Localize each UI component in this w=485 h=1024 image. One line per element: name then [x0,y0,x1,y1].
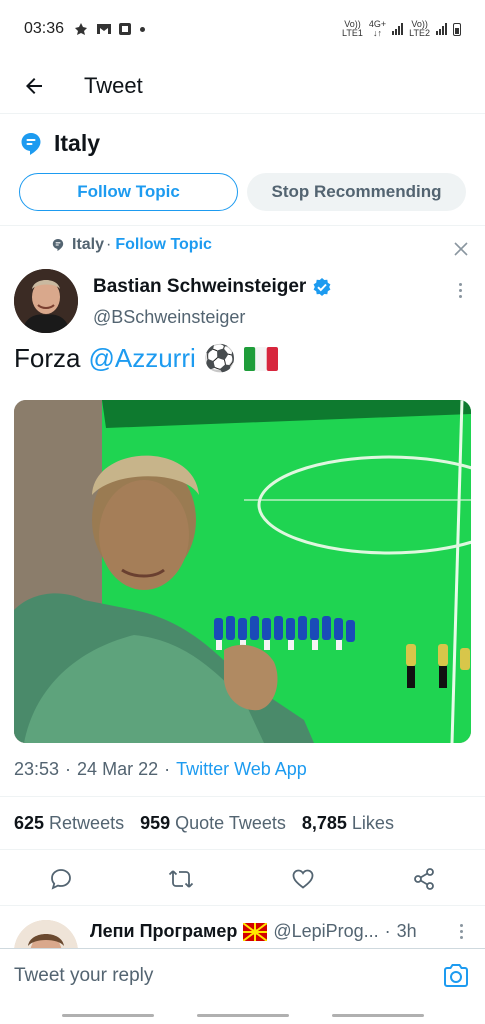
nav-recents[interactable] [62,1014,154,1017]
reply-button[interactable] [48,866,74,892]
reply-more-button[interactable] [458,924,464,940]
camera-icon [444,964,468,987]
more-dot [459,936,463,939]
macedonia-flag-icon [243,922,268,941]
verified-badge-icon [313,278,331,296]
context-follow-topic-link[interactable]: Follow Topic [115,236,212,254]
context-separator: · [106,236,112,253]
status-bar: 03:36 Vo)) LTE1 4G+ ↓↑ Vo)) LTE2 [0,0,485,58]
tweet-time: 23:53 [14,759,60,779]
signal-icon [392,23,404,35]
tweet-actions [0,850,485,906]
likes-count: 8,785 [301,812,347,833]
tweet-source-link[interactable]: Twitter Web App [176,759,307,780]
reply-compose-bar [0,948,485,1002]
tweet-context: Italy · Follow Topic [52,236,212,254]
more-dot [459,924,463,927]
status-right: Vo)) LTE1 4G+ ↓↑ Vo)) LTE2 [342,20,461,38]
status-time: 03:36 [24,20,65,37]
notification-icons [74,22,146,36]
more-dot [458,288,462,292]
topic-icon [21,132,41,155]
media-icon [118,22,132,36]
topic-icon [52,239,64,251]
battery-icon [453,22,461,36]
soccer-ball-emoji: ⚽ [203,343,237,374]
gmail-icon [96,22,112,36]
follow-topic-button[interactable]: Follow Topic [19,173,238,211]
reply-tweet[interactable]: Лепи Програмер @LepiProg... · 3h [0,906,485,948]
share-icon [414,868,434,890]
topic-header: Italy Follow Topic Stop Recommending [0,114,485,226]
sim1-volte-bottom: LTE1 [342,28,363,38]
meta-separator: · [164,759,171,779]
retweets-stat[interactable]: 625 Retweets [14,813,124,834]
more-notifications-dot [140,26,146,32]
more-dot [458,294,462,298]
mention-link[interactable]: @Azzurri [88,343,195,374]
app-notification-icon [74,22,88,36]
reply-avatar[interactable] [14,920,78,948]
tweet-date: 24 Mar 22 [77,759,159,779]
author-avatar[interactable] [14,269,78,333]
sim1-volte: Vo)) LTE1 [342,20,363,38]
reply-separator: · [384,921,391,941]
camera-button[interactable] [442,963,470,989]
like-button[interactable] [290,866,316,892]
back-button[interactable] [0,58,68,114]
italy-flag-icon [244,346,279,371]
close-icon [454,242,468,256]
signal-2-icon [436,23,447,35]
status-left: 03:36 [24,20,146,38]
quote-tweets-stat[interactable]: 959 Quote Tweets [140,813,286,834]
context-topic-name[interactable]: Italy [72,236,104,254]
data-arrows-icon: ↓↑ [373,28,383,38]
tweet-text: Forza @Azzurri ⚽ [14,343,279,374]
heart-icon [292,869,314,889]
reply-author-name[interactable]: Лепи Програмер [90,921,237,942]
arrow-left-icon [26,77,42,94]
top-app-bar: Tweet [0,58,485,114]
author-name[interactable]: Bastian Schweinsteiger [93,276,306,298]
author-name-row[interactable]: Bastian Schweinsteiger [93,276,332,298]
system-nav-bar [0,1002,485,1024]
topic-title-row: Italy [20,130,100,157]
reply-icon [51,869,71,890]
retweets-label: Retweets [49,812,125,833]
tweet-more-button[interactable] [452,280,468,300]
topic-name: Italy [54,130,101,156]
likes-stat[interactable]: 8,785 Likes [302,813,394,834]
sim2-volte-bottom: LTE2 [409,28,430,38]
more-dot [459,930,463,933]
network-type: 4G+ ↓↑ [369,20,386,38]
nav-back[interactable] [332,1014,424,1017]
quote-tweets-count: 959 [140,812,171,833]
tweet-stats: 625 Retweets 959 Quote Tweets 8,785 Like… [0,796,485,850]
retweet-button[interactable] [168,866,194,892]
reply-header: Лепи Програмер @LepiProg... · 3h [90,921,417,942]
more-dot [458,282,462,286]
page-title: Tweet [84,72,143,98]
likes-label: Likes [351,812,394,833]
retweets-count: 625 [14,812,45,833]
stop-recommending-button[interactable]: Stop Recommending [247,173,466,211]
meta-separator: · [65,759,72,779]
tweet-meta: 23:53 · 24 Mar 22 · Twitter Web App [14,759,307,780]
quote-tweets-label: Quote Tweets [175,812,286,833]
share-button[interactable] [411,866,437,892]
sim2-volte: Vo)) LTE2 [409,20,430,38]
reply-author-handle[interactable]: @LepiProg... [273,921,378,942]
reply-time: 3h [396,921,417,941]
tweet-text-prefix: Forza [14,343,81,373]
author-handle[interactable]: @BSchweinsteiger [93,307,245,328]
retweet-icon [168,870,194,888]
dismiss-button[interactable] [450,238,472,260]
nav-home[interactable] [197,1014,289,1017]
reply-input[interactable] [14,959,424,993]
tweet-photo[interactable] [14,400,471,743]
